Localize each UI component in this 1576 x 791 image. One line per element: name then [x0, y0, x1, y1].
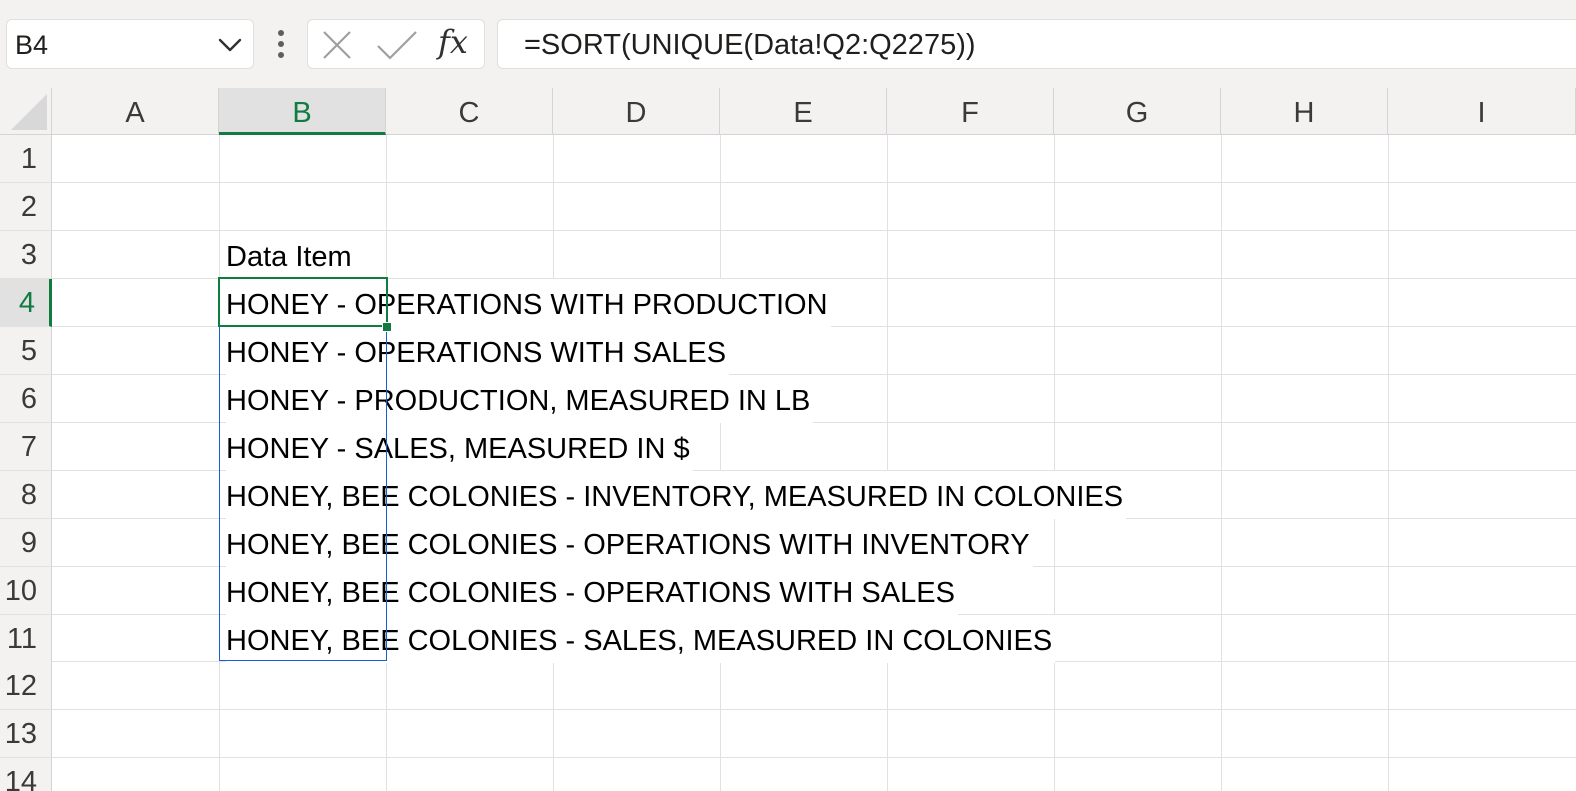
- row-number: 14: [4, 766, 37, 791]
- select-all-triangle-icon: [11, 94, 47, 130]
- gridline: [1388, 135, 1389, 791]
- gridline: [887, 135, 888, 791]
- column-header-b[interactable]: B: [219, 88, 386, 135]
- row-header-3[interactable]: 3: [0, 231, 52, 279]
- cell-b9[interactable]: HONEY, BEE COLONIES - OPERATIONS WITH IN…: [226, 519, 1033, 567]
- column-header-g[interactable]: G: [1054, 88, 1221, 135]
- row-number: 1: [20, 143, 37, 175]
- select-all-button[interactable]: [0, 88, 52, 135]
- row-number: 2: [20, 191, 37, 223]
- row-header-9[interactable]: 9: [0, 519, 52, 567]
- gridline: [720, 135, 721, 791]
- column-header-i[interactable]: I: [1388, 88, 1576, 135]
- enter-icon[interactable]: [376, 29, 418, 61]
- cell-b6[interactable]: HONEY - PRODUCTION, MEASURED IN LB: [226, 375, 814, 423]
- column-header-h[interactable]: H: [1221, 88, 1388, 135]
- row-number: 12: [4, 670, 37, 702]
- row-number: 5: [20, 335, 37, 367]
- row-header-13[interactable]: 13: [0, 710, 52, 758]
- formula-bar: B4 fx =SORT(UNIQUE(Data!Q2:Q2275)): [0, 0, 1576, 88]
- row-header-4[interactable]: 4: [0, 279, 52, 327]
- cell-b11[interactable]: HONEY, BEE COLONIES - SALES, MEASURED IN…: [226, 615, 1056, 663]
- column-header-c[interactable]: C: [386, 88, 553, 135]
- cell-b10[interactable]: HONEY, BEE COLONIES - OPERATIONS WITH SA…: [226, 567, 958, 615]
- row-header-11[interactable]: 11: [0, 615, 52, 663]
- row-number: 11: [6, 623, 37, 655]
- fill-handle[interactable]: [382, 322, 392, 332]
- gridline: [219, 135, 220, 791]
- cell-b8[interactable]: HONEY, BEE COLONIES - INVENTORY, MEASURE…: [226, 471, 1127, 519]
- row-header-10[interactable]: 10: [0, 567, 52, 615]
- row-number: 9: [20, 527, 37, 559]
- row-number: 10: [4, 575, 37, 607]
- gridline: [52, 757, 1576, 758]
- name-box-value[interactable]: B4: [15, 30, 48, 61]
- cancel-icon[interactable]: [322, 30, 352, 60]
- chevron-down-icon[interactable]: [217, 32, 243, 58]
- formula-buttons: fx: [307, 19, 485, 69]
- row-number: 7: [20, 431, 37, 463]
- row-header-5[interactable]: 5: [0, 327, 52, 375]
- fx-icon[interactable]: fx: [438, 23, 468, 61]
- cell-b7[interactable]: HONEY - SALES, MEASURED IN $: [226, 423, 693, 471]
- row-number: 8: [20, 479, 37, 511]
- cell-b4[interactable]: HONEY - OPERATIONS WITH PRODUCTION: [226, 279, 831, 327]
- formula-text[interactable]: =SORT(UNIQUE(Data!Q2:Q2275)): [524, 29, 976, 62]
- more-vertical-icon[interactable]: [272, 28, 290, 62]
- row-number: 13: [4, 718, 37, 750]
- gridline: [52, 182, 1576, 183]
- row-header-2[interactable]: 2: [0, 183, 52, 231]
- column-header-d[interactable]: D: [553, 88, 720, 135]
- row-header-14[interactable]: 14: [0, 758, 52, 791]
- row-header-1[interactable]: 1: [0, 135, 52, 183]
- row-header-7[interactable]: 7: [0, 423, 52, 471]
- column-header-a[interactable]: A: [52, 88, 219, 135]
- row-header-6[interactable]: 6: [0, 375, 52, 423]
- gridline: [1054, 135, 1055, 791]
- column-header-e[interactable]: E: [720, 88, 887, 135]
- cell-b3[interactable]: Data Item: [226, 231, 355, 279]
- formula-input[interactable]: =SORT(UNIQUE(Data!Q2:Q2275)): [497, 19, 1576, 69]
- row-number: 4: [18, 287, 35, 319]
- row-number: 3: [20, 239, 37, 271]
- name-box[interactable]: B4: [6, 19, 254, 69]
- cell-b5[interactable]: HONEY - OPERATIONS WITH SALES: [226, 327, 730, 375]
- row-header-12[interactable]: 12: [0, 662, 52, 710]
- row-header-8[interactable]: 8: [0, 471, 52, 519]
- gridline: [52, 709, 1576, 710]
- spreadsheet-grid: A B C D E F G H I 1 2 3 4 5 6 7 8 9 10 1…: [0, 88, 1576, 791]
- gridline: [1221, 135, 1222, 791]
- row-number: 6: [20, 383, 37, 415]
- column-header-f[interactable]: F: [887, 88, 1054, 135]
